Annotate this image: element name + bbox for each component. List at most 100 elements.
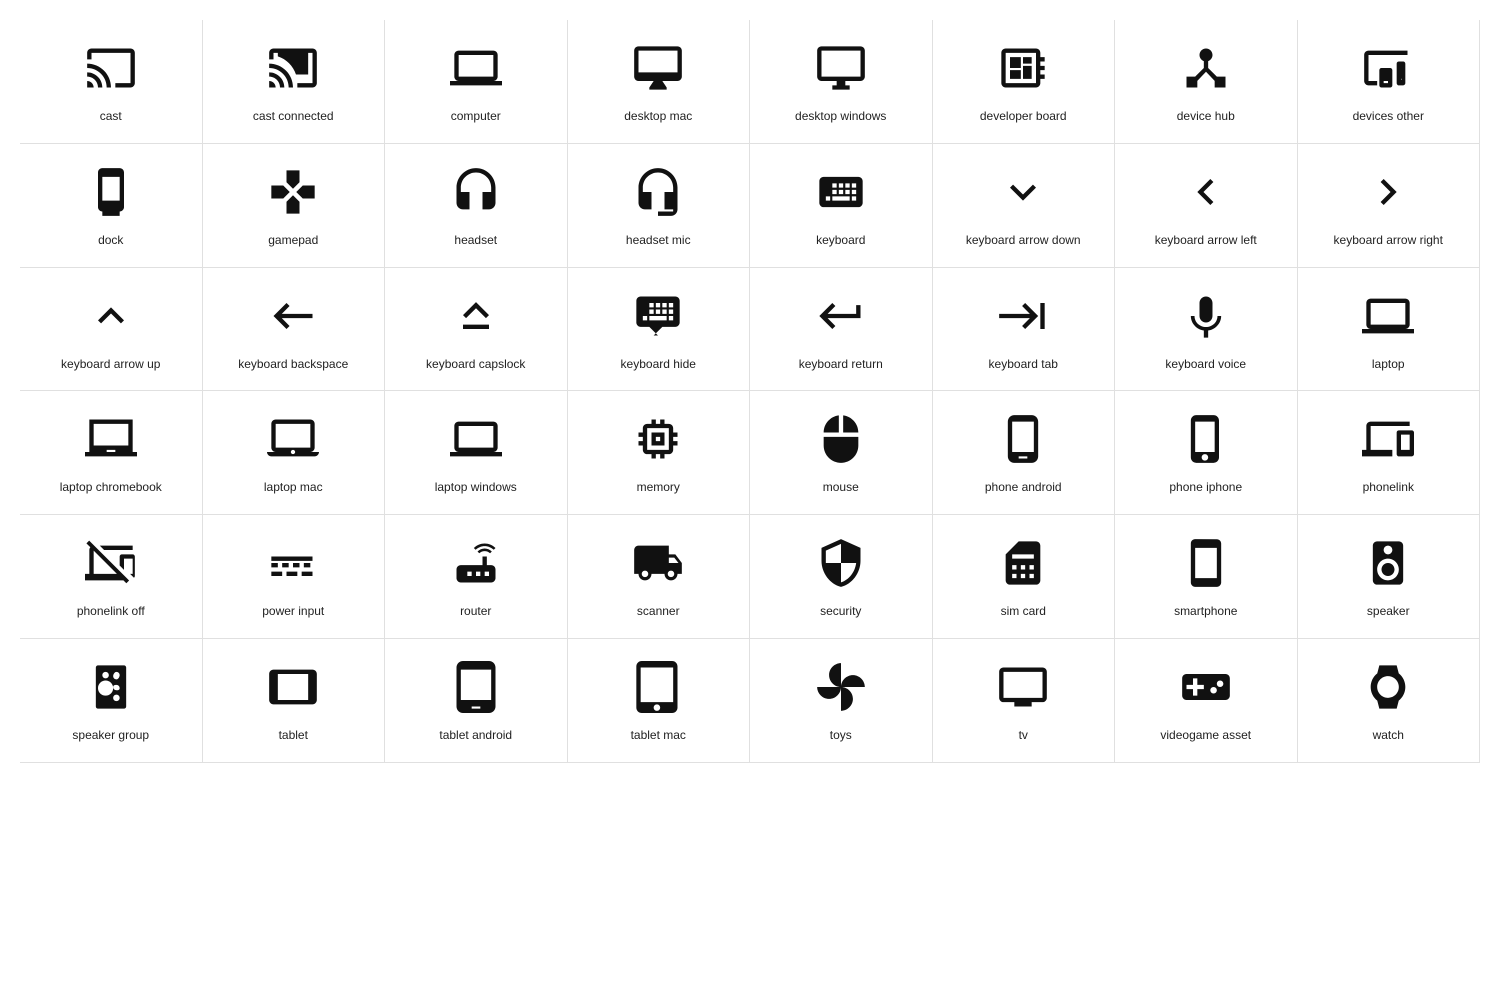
icon-cell-desktop-mac[interactable]: desktop mac — [568, 20, 751, 144]
laptop-icon — [1358, 286, 1418, 346]
icon-cell-router[interactable]: router — [385, 515, 568, 639]
icon-cell-speaker-group[interactable]: speaker group — [20, 639, 203, 763]
router-label: router — [460, 603, 491, 620]
icon-cell-cast-connected[interactable]: cast connected — [203, 20, 386, 144]
icon-cell-laptop-windows[interactable]: laptop windows — [385, 391, 568, 515]
icon-cell-power-input[interactable]: power input — [203, 515, 386, 639]
icon-cell-memory[interactable]: memory — [568, 391, 751, 515]
computer-icon — [446, 38, 506, 98]
keyboard-return-label: keyboard return — [799, 356, 883, 373]
tv-icon — [993, 657, 1053, 717]
icon-cell-dock[interactable]: dock — [20, 144, 203, 268]
icon-cell-developer-board[interactable]: developer board — [933, 20, 1116, 144]
icon-cell-keyboard-tab[interactable]: keyboard tab — [933, 268, 1116, 392]
dock-label: dock — [98, 232, 123, 249]
icon-cell-laptop-chromebook[interactable]: laptop chromebook — [20, 391, 203, 515]
keyboard-label: keyboard — [816, 232, 865, 249]
cast-icon — [81, 38, 141, 98]
keyboard-arrow-up-label: keyboard arrow up — [61, 356, 160, 373]
devices-other-label: devices other — [1353, 108, 1424, 125]
icon-cell-toys[interactable]: toys — [750, 639, 933, 763]
icon-cell-keyboard-arrow-down[interactable]: keyboard arrow down — [933, 144, 1116, 268]
icon-cell-phonelink[interactable]: phonelink — [1298, 391, 1481, 515]
keyboard-arrow-down-label: keyboard arrow down — [966, 232, 1081, 249]
icon-cell-keyboard-arrow-left[interactable]: keyboard arrow left — [1115, 144, 1298, 268]
developer-board-label: developer board — [980, 108, 1067, 125]
icon-cell-keyboard-arrow-right[interactable]: keyboard arrow right — [1298, 144, 1481, 268]
gamepad-label: gamepad — [268, 232, 318, 249]
icon-cell-scanner[interactable]: scanner — [568, 515, 751, 639]
icon-cell-tablet-mac[interactable]: tablet mac — [568, 639, 751, 763]
speaker-label: speaker — [1367, 603, 1410, 620]
icon-cell-keyboard-arrow-up[interactable]: keyboard arrow up — [20, 268, 203, 392]
icon-cell-mouse[interactable]: mouse — [750, 391, 933, 515]
laptop-mac-label: laptop mac — [264, 479, 323, 496]
icon-cell-cast[interactable]: cast — [20, 20, 203, 144]
icon-cell-phonelink-off[interactable]: phonelink off — [20, 515, 203, 639]
headset-mic-icon — [628, 162, 688, 222]
icon-cell-desktop-windows[interactable]: desktop windows — [750, 20, 933, 144]
phonelink-label: phonelink — [1363, 479, 1414, 496]
icon-cell-watch[interactable]: watch — [1298, 639, 1481, 763]
laptop-windows-label: laptop windows — [435, 479, 517, 496]
icon-cell-devices-other[interactable]: devices other — [1298, 20, 1481, 144]
laptop-windows-icon — [446, 409, 506, 469]
icon-cell-gamepad[interactable]: gamepad — [203, 144, 386, 268]
toys-label: toys — [830, 727, 852, 744]
keyboard-backspace-icon — [263, 286, 323, 346]
computer-label: computer — [451, 108, 501, 125]
watch-icon — [1358, 657, 1418, 717]
videogame-asset-label: videogame asset — [1160, 727, 1251, 744]
keyboard-hide-label: keyboard hide — [621, 356, 696, 373]
icon-cell-tv[interactable]: tv — [933, 639, 1116, 763]
icon-cell-tablet-android[interactable]: tablet android — [385, 639, 568, 763]
icon-cell-keyboard-return[interactable]: keyboard return — [750, 268, 933, 392]
icon-cell-security[interactable]: security — [750, 515, 933, 639]
icon-cell-keyboard-backspace[interactable]: keyboard backspace — [203, 268, 386, 392]
icon-cell-computer[interactable]: computer — [385, 20, 568, 144]
laptop-chromebook-label: laptop chromebook — [60, 479, 162, 496]
power-input-icon — [263, 533, 323, 593]
desktop-windows-label: desktop windows — [795, 108, 886, 125]
router-icon — [446, 533, 506, 593]
keyboard-tab-icon — [993, 286, 1053, 346]
icon-cell-phone-iphone[interactable]: phone iphone — [1115, 391, 1298, 515]
keyboard-icon — [811, 162, 871, 222]
icon-cell-laptop[interactable]: laptop — [1298, 268, 1481, 392]
icon-cell-smartphone[interactable]: smartphone — [1115, 515, 1298, 639]
icon-cell-phone-android[interactable]: phone android — [933, 391, 1116, 515]
toys-icon — [811, 657, 871, 717]
keyboard-arrow-left-icon — [1176, 162, 1236, 222]
device-hub-icon — [1176, 38, 1236, 98]
icon-cell-keyboard-hide[interactable]: keyboard hide — [568, 268, 751, 392]
device-hub-label: device hub — [1177, 108, 1235, 125]
tablet-mac-icon — [628, 657, 688, 717]
icon-cell-tablet[interactable]: tablet — [203, 639, 386, 763]
icon-cell-videogame-asset[interactable]: videogame asset — [1115, 639, 1298, 763]
memory-icon — [628, 409, 688, 469]
keyboard-backspace-label: keyboard backspace — [238, 356, 348, 373]
headset-icon — [446, 162, 506, 222]
keyboard-arrow-right-label: keyboard arrow right — [1334, 232, 1443, 249]
phone-android-icon — [993, 409, 1053, 469]
icon-cell-laptop-mac[interactable]: laptop mac — [203, 391, 386, 515]
tablet-android-label: tablet android — [439, 727, 512, 744]
keyboard-capslock-icon — [446, 286, 506, 346]
keyboard-tab-label: keyboard tab — [989, 356, 1058, 373]
icon-cell-keyboard[interactable]: keyboard — [750, 144, 933, 268]
tablet-label: tablet — [279, 727, 308, 744]
icon-grid: cast cast connected computer desktop mac… — [20, 20, 1480, 763]
icon-cell-keyboard-voice[interactable]: keyboard voice — [1115, 268, 1298, 392]
icon-cell-headset[interactable]: headset — [385, 144, 568, 268]
icon-cell-device-hub[interactable]: device hub — [1115, 20, 1298, 144]
tablet-mac-label: tablet mac — [631, 727, 686, 744]
phone-iphone-icon — [1176, 409, 1236, 469]
icon-cell-sim-card[interactable]: sim card — [933, 515, 1116, 639]
scanner-icon — [628, 533, 688, 593]
phonelink-off-label: phonelink off — [77, 603, 145, 620]
icon-cell-speaker[interactable]: speaker — [1298, 515, 1481, 639]
icon-cell-keyboard-capslock[interactable]: keyboard capslock — [385, 268, 568, 392]
icon-cell-headset-mic[interactable]: headset mic — [568, 144, 751, 268]
keyboard-arrow-right-icon — [1358, 162, 1418, 222]
phone-iphone-label: phone iphone — [1169, 479, 1242, 496]
